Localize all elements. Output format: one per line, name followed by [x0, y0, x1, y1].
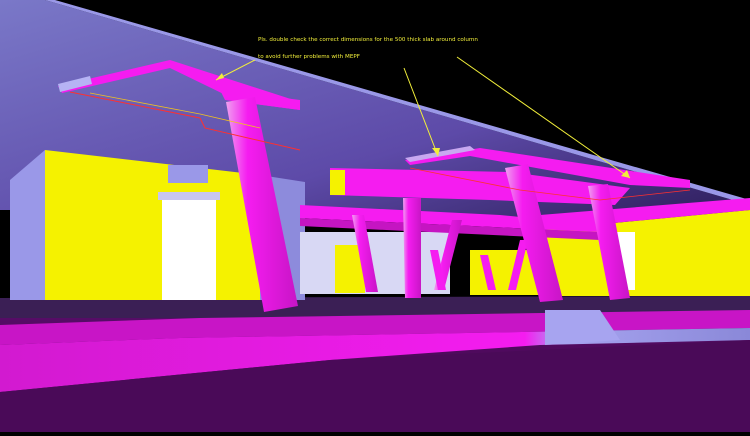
- left-building-door: [162, 198, 216, 300]
- left-building-front: [45, 150, 260, 300]
- middle-canopy-slab-face: [330, 170, 345, 195]
- 3d-model-viewport[interactable]: Pls. double check the correct dimensions…: [0, 0, 750, 432]
- left-building-sign: [168, 165, 208, 183]
- column-mid-1: [403, 198, 421, 298]
- markup-comment-line-2: to avoid further problems with MEPF: [258, 54, 360, 60]
- left-building-door-frame: [158, 192, 220, 200]
- markup-comment-line-1: Pls. double check the correct dimensions…: [258, 37, 478, 43]
